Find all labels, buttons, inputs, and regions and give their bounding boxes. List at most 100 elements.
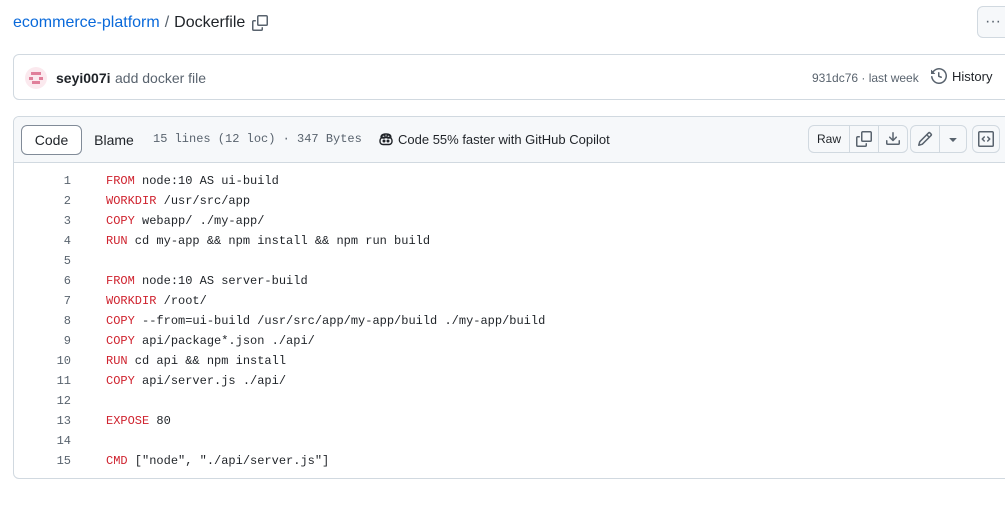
dockerfile-keyword: FROM (106, 174, 135, 188)
line-number[interactable]: 10 (14, 351, 71, 371)
line-number[interactable]: 15 (14, 451, 71, 471)
code-text: 80 (149, 414, 171, 428)
code-text: /usr/src/app (156, 194, 251, 208)
code-line[interactable]: 13 EXPOSE 80 (14, 411, 1005, 431)
dockerfile-keyword: CMD (106, 454, 128, 468)
line-number[interactable]: 6 (14, 271, 71, 291)
code-line[interactable]: 11 COPY api/server.js ./api/ (14, 371, 1005, 391)
code-text: cd my-app && npm install && npm run buil… (127, 234, 431, 248)
avatar[interactable] (25, 67, 47, 89)
code-content: CMD ["node", "./api/server.js"] (106, 451, 329, 471)
code-content: WORKDIR /root/ (106, 291, 207, 311)
code-text: --from=ui-build /usr/src/app/my-app/buil… (134, 314, 546, 328)
code-line[interactable]: 10 RUN cd api && npm install (14, 351, 1005, 371)
line-number[interactable]: 8 (14, 311, 71, 331)
copy-icon[interactable] (252, 15, 269, 31)
line-number[interactable]: 2 (14, 191, 71, 211)
code-line[interactable]: 6 FROM node:10 AS server-build (14, 271, 1005, 291)
code-line[interactable]: 1 FROM node:10 AS ui-build (14, 171, 1005, 191)
code-line[interactable]: 9 COPY api/package*.json ./api/ (14, 331, 1005, 351)
code-text: webapp/ ./my-app/ (134, 214, 265, 228)
dockerfile-keyword: WORKDIR (106, 194, 157, 208)
dockerfile-keyword: WORKDIR (106, 294, 157, 308)
pencil-icon (917, 131, 933, 147)
tab-blame[interactable]: Blame (82, 125, 146, 155)
dockerfile-keyword: COPY (106, 214, 135, 228)
code-area[interactable]: 1 FROM node:10 AS ui-build 2 WORKDIR /usr/s… (14, 171, 1005, 471)
code-content: EXPOSE 80 (106, 411, 171, 431)
code-line[interactable]: 12 (14, 391, 1005, 411)
copy-raw-button[interactable] (850, 126, 879, 152)
raw-button[interactable]: Raw (809, 126, 850, 152)
edit-file-button[interactable] (911, 126, 940, 152)
line-number[interactable]: 12 (14, 391, 71, 411)
latest-commit-box: seyi007i add docker file 931dc76 · last … (13, 54, 1005, 100)
tab-code[interactable]: Code (21, 125, 82, 155)
code-line[interactable]: 2 WORKDIR /usr/src/app (14, 191, 1005, 211)
code-content: COPY api/server.js ./api/ (106, 371, 286, 391)
symbols-panel-button[interactable] (972, 125, 1000, 153)
line-number[interactable]: 3 (14, 211, 71, 231)
line-number[interactable]: 9 (14, 331, 71, 351)
code-content: FROM node:10 AS ui-build (106, 171, 279, 191)
line-number[interactable]: 5 (14, 251, 71, 271)
line-number[interactable]: 14 (14, 431, 71, 451)
file-toolbar: Code Blame 15 lines (12 loc) · 347 Bytes… (14, 117, 1005, 163)
code-text: node:10 AS ui-build (134, 174, 279, 188)
code-content: COPY api/package*.json ./api/ (106, 331, 315, 351)
download-button[interactable] (879, 126, 907, 152)
line-number[interactable]: 4 (14, 231, 71, 251)
more-options-button[interactable]: ··· (977, 6, 1005, 38)
code-text: api/server.js ./api/ (134, 374, 287, 388)
dockerfile-keyword: RUN (106, 354, 128, 368)
code-content: FROM node:10 AS server-build (106, 271, 308, 291)
code-text: node:10 AS server-build (134, 274, 308, 288)
file-stats: 15 lines (12 loc) · 347 Bytes (153, 132, 362, 146)
code-line[interactable]: 4 RUN cd my-app && npm install && npm run… (14, 231, 1005, 251)
dockerfile-keyword: RUN (106, 234, 128, 248)
code-text: ["node", "./api/server.js"] (127, 454, 330, 468)
code-text: cd api && npm install (127, 354, 287, 368)
dockerfile-keyword: COPY (106, 314, 135, 328)
download-icon (886, 132, 900, 145)
history-button[interactable]: History (931, 68, 992, 84)
copy-icon (856, 131, 872, 147)
code-line[interactable]: 15 CMD ["node", "./api/server.js"] (14, 451, 1005, 471)
line-number[interactable]: 13 (14, 411, 71, 431)
history-label: History (952, 68, 993, 84)
code-content: RUN cd my-app && npm install && npm run … (106, 231, 430, 251)
file-name: Dockerfile (174, 14, 246, 31)
code-text: api/package*.json ./api/ (134, 334, 315, 348)
commit-author[interactable]: seyi007i (56, 70, 111, 86)
code-line[interactable]: 5 (14, 251, 1005, 271)
code-content: RUN cd api && npm install (106, 351, 286, 371)
code-text: /root/ (156, 294, 207, 308)
line-number[interactable]: 1 (14, 171, 71, 191)
breadcrumb: ecommerce-platform / Dockerfile (13, 13, 269, 33)
code-line[interactable]: 7 WORKDIR /root/ (14, 291, 1005, 311)
triangle-down-icon (949, 138, 957, 142)
repo-link[interactable]: ecommerce-platform (13, 14, 160, 32)
copilot-promo[interactable]: Code 55% faster with GitHub Copilot (378, 131, 610, 147)
code-content: COPY webapp/ ./my-app/ (106, 211, 264, 231)
view-toggle: Code Blame (21, 125, 146, 155)
code-line[interactable]: 8 COPY --from=ui-build /usr/src/app/my-ap… (14, 311, 1005, 331)
dockerfile-keyword: COPY (106, 374, 135, 388)
kebab-horizontal-icon: ··· (985, 13, 1001, 30)
history-icon (931, 68, 947, 84)
line-number[interactable]: 11 (14, 371, 71, 391)
code-line[interactable]: 3 COPY webapp/ ./my-app/ (14, 211, 1005, 231)
code-line[interactable]: 14 (14, 431, 1005, 451)
edit-button-group (910, 125, 967, 153)
commit-sha-time[interactable]: 931dc76 · last week (812, 71, 919, 85)
dockerfile-keyword: FROM (106, 274, 135, 288)
dockerfile-keyword: COPY (106, 334, 135, 348)
copilot-text: Code 55% faster with GitHub Copilot (398, 131, 610, 147)
edit-dropdown-button[interactable] (940, 126, 966, 152)
copilot-icon (379, 133, 393, 146)
code-content: COPY --from=ui-build /usr/src/app/my-app… (106, 311, 545, 331)
commit-message[interactable]: add docker file (115, 70, 206, 86)
raw-button-group: Raw (808, 125, 908, 153)
line-number[interactable]: 7 (14, 291, 71, 311)
file-viewer: Code Blame 15 lines (12 loc) · 347 Bytes… (13, 116, 1005, 479)
